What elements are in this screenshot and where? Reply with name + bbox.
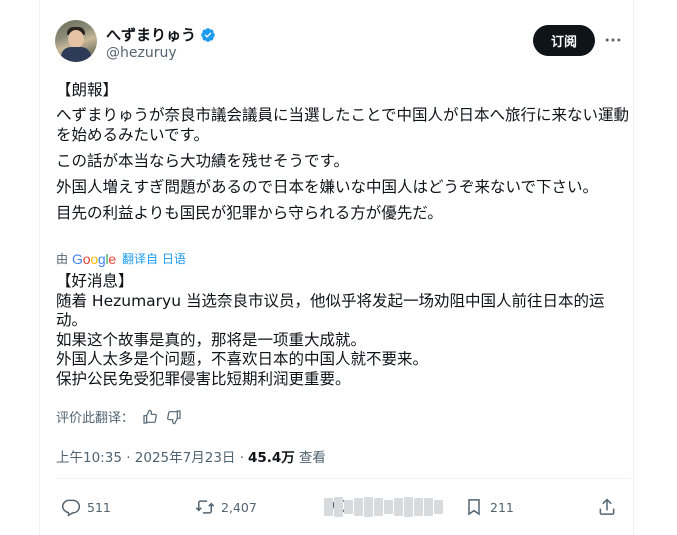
verified-badge-icon [201, 27, 215, 42]
post-line: 【朗報】 [56, 81, 119, 99]
view-count: 45.4万 [248, 450, 295, 466]
translation-attribution: 由 Google 翻译自 日语 [56, 250, 192, 267]
author-handle[interactable]: @hezuruy [106, 45, 177, 61]
post-line: この話が本当なら大功績を残せそうです。 [56, 152, 349, 170]
post-line: へずまりゅうが奈良市議会議員に当選したことで中国人が日本へ旅行に来ない運動を始め… [56, 106, 630, 144]
translation-by-label: 由 [56, 252, 69, 266]
translation-source-link[interactable]: 翻译自 日语 [122, 250, 186, 267]
post-line: 外国人増えすぎ問題があるので日本を嫌いな中国人はどうぞ来ないで下さい。 [56, 178, 599, 196]
rate-translation-label: 评价此翻译： [56, 411, 135, 426]
author-name-row[interactable]: へずまりゅう [106, 24, 216, 45]
watermark-overlay [324, 496, 443, 518]
post-text: 【朗報】 へずまりゅうが奈良市議会議員に当選したことで中国人が日本へ旅行に来ない… [56, 80, 631, 229]
thumbs-up-icon[interactable] [142, 409, 158, 425]
retweet-count: 2,407 [221, 499, 257, 515]
reply-count: 511 [87, 499, 111, 515]
subscribe-button[interactable]: 订阅 [533, 25, 595, 56]
retweet-button[interactable]: 2,407 [195, 497, 257, 517]
bookmark-count: 211 [490, 499, 514, 515]
reply-icon [61, 499, 81, 517]
translated-text: 【好消息】 随着 Hezumaryu 当选奈良市议员，他似乎将发起一场劝阻中国人… [56, 272, 631, 389]
column-border-left [39, 0, 40, 535]
retweet-icon [195, 500, 215, 514]
translated-line: 保护公民免受犯罪侵害比短期利润更重要。 [56, 369, 351, 388]
avatar[interactable] [55, 20, 97, 62]
translated-line: 外国人太多是个问题，不喜欢日本的中国人就不要来。 [56, 350, 429, 368]
post-meta: 上午10:35 · 2025年7月23日 · 45.4万 查看 [56, 446, 326, 466]
post-line: 目先の利益よりも国民が犯罪から守られる方が優先だ。 [56, 204, 443, 222]
post-timestamp[interactable]: 上午10:35 · 2025年7月23日 · [56, 446, 244, 466]
reply-button[interactable]: 511 [61, 497, 111, 517]
translated-line: 随着 Hezumaryu 当选奈良市议员，他似乎将发起一场劝阻中国人前往日本的运… [56, 291, 605, 330]
thumbs-down-icon[interactable] [166, 409, 182, 425]
share-icon [599, 498, 615, 515]
translated-line: 【好消息】 [56, 272, 134, 290]
translated-line: 如果这个故事是真的，那将是一项重大成就。 [56, 330, 367, 349]
more-dots-icon[interactable] [603, 30, 623, 50]
google-logo: Google [72, 250, 117, 267]
bookmark-button[interactable]: 211 [464, 497, 514, 517]
divider [56, 478, 631, 479]
view-count-label: 查看 [298, 450, 326, 466]
column-border-right [633, 0, 634, 535]
author-display-name[interactable]: へずまりゅう [106, 24, 196, 45]
bookmark-icon [468, 499, 480, 516]
share-button[interactable] [597, 497, 617, 517]
rate-translation-row: 评价此翻译： [56, 407, 182, 426]
